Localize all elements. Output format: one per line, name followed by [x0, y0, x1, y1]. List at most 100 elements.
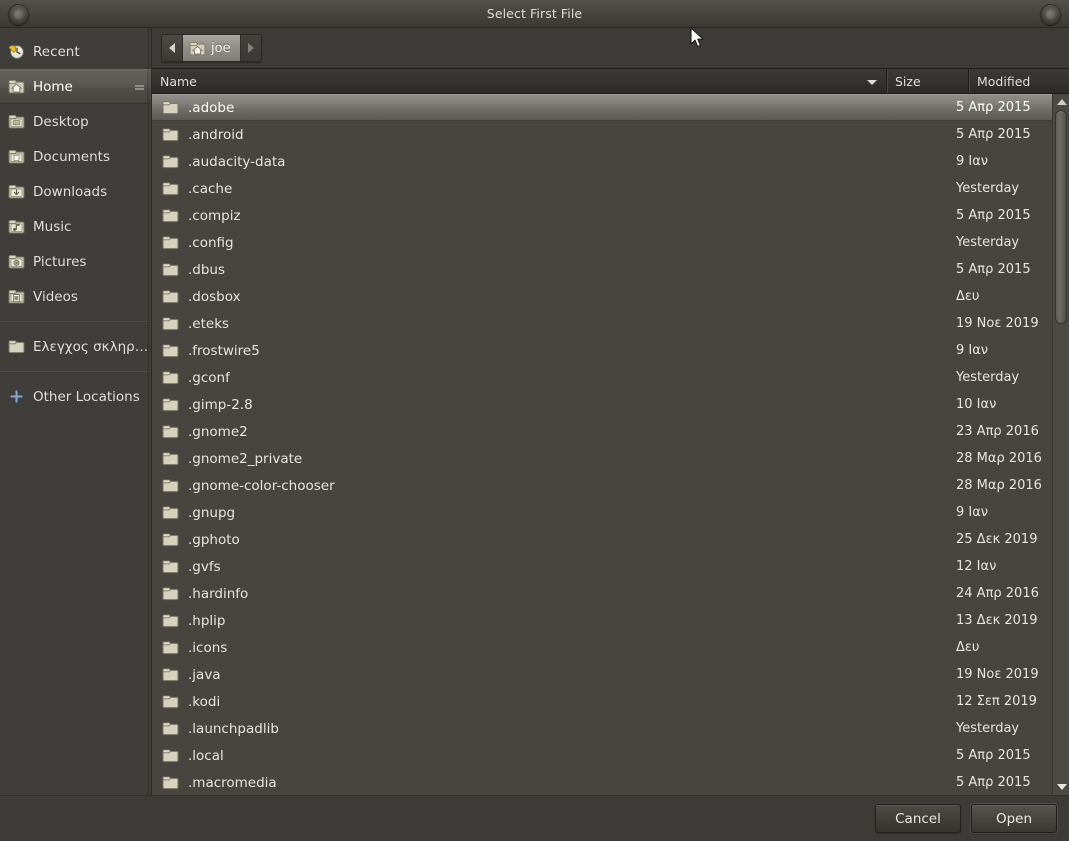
table-row[interactable]: .config Yesterday — [152, 229, 1052, 256]
scroll-up-arrow-icon[interactable] — [1057, 99, 1067, 105]
table-row[interactable]: .gconf Yesterday — [152, 364, 1052, 391]
file-modified-cell: 19 Νοε 2019 — [956, 316, 1039, 331]
file-name-label: .frostwire5 — [188, 342, 260, 359]
folder-icon — [162, 612, 179, 629]
table-row[interactable]: .audacity-data 9 Ιαν — [152, 148, 1052, 175]
file-name-cell: .macromedia — [152, 774, 870, 791]
breadcrumb-back-button[interactable] — [162, 35, 182, 61]
file-name-cell: .gnupg — [152, 504, 870, 521]
table-row[interactable]: .eteks 19 Νοε 2019 — [152, 310, 1052, 337]
table-row[interactable]: .java 19 Νοε 2019 — [152, 661, 1052, 688]
downloads-folder-icon — [8, 183, 25, 200]
file-name-cell: .gnome2 — [152, 423, 870, 440]
table-row[interactable]: .gimp-2.8 10 Ιαν — [152, 391, 1052, 418]
sidebar-item-music[interactable]: Music — [0, 209, 151, 244]
table-row[interactable]: .dosbox Δευ — [152, 283, 1052, 310]
file-name-cell: .config — [152, 234, 870, 251]
sidebar-drag-handle[interactable] — [135, 85, 144, 87]
sidebar-item-recent[interactable]: Recent — [0, 34, 151, 69]
file-name-label: .gconf — [188, 369, 230, 386]
file-name-cell: .android — [152, 126, 870, 143]
dialog-footer: Cancel Open — [0, 795, 1069, 841]
table-row[interactable]: .compiz 5 Απρ 2015 — [152, 202, 1052, 229]
file-name-label: .cache — [188, 180, 233, 197]
file-name-label: .icons — [188, 639, 228, 656]
table-row[interactable]: .gphoto 25 Δεκ 2019 — [152, 526, 1052, 553]
table-row[interactable]: .macromedia 5 Απρ 2015 — [152, 769, 1052, 795]
sidebar-item-label: Documents — [33, 148, 110, 165]
folder-icon — [162, 369, 179, 386]
sidebar-separator — [0, 321, 151, 322]
file-name-cell: .eteks — [152, 315, 870, 332]
table-row[interactable]: .gnupg 9 Ιαν — [152, 499, 1052, 526]
file-name-cell: .hardinfo — [152, 585, 870, 602]
folder-icon — [162, 504, 179, 521]
cancel-button[interactable]: Cancel — [875, 804, 961, 833]
dialog-body: Recent Home Desktop Documents Downloads Music… — [0, 28, 1069, 795]
pathbar: joe — [152, 28, 1069, 68]
file-list[interactable]: .adobe 5 Απρ 2015 .android 5 Απρ 2015 .audac… — [152, 94, 1052, 795]
file-modified-cell: Δευ — [956, 289, 980, 304]
file-name-label: .hplip — [188, 612, 226, 629]
plus-icon — [8, 388, 25, 405]
file-name-cell: .hplip — [152, 612, 870, 629]
file-name-cell: .frostwire5 — [152, 342, 870, 359]
table-row[interactable]: .gnome2_private 28 Μαρ 2016 — [152, 445, 1052, 472]
table-row[interactable]: .android 5 Απρ 2015 — [152, 121, 1052, 148]
window-menu-circle-icon[interactable] — [8, 4, 29, 25]
table-row[interactable]: .gvfs 12 Ιαν — [152, 553, 1052, 580]
file-name-cell: .launchpadlib — [152, 720, 870, 737]
table-row[interactable]: .cache Yesterday — [152, 175, 1052, 202]
file-name-cell: .local — [152, 747, 870, 764]
pictures-folder-icon — [8, 253, 25, 270]
breadcrumb-forward-button[interactable] — [240, 35, 261, 61]
sidebar-item-label: Pictures — [33, 253, 87, 270]
desktop-folder-icon — [8, 113, 25, 130]
open-button[interactable]: Open — [971, 804, 1057, 833]
table-row[interactable]: .adobe 5 Απρ 2015 — [152, 94, 1052, 121]
file-modified-cell: 5 Απρ 2015 — [956, 127, 1031, 142]
breadcrumb-item-joe[interactable]: joe — [182, 35, 241, 61]
scrollbar-thumb[interactable] — [1055, 110, 1067, 325]
recent-clock-icon — [8, 43, 25, 60]
table-row[interactable]: .launchpadlib Yesterday — [152, 715, 1052, 742]
sidebar-item-label: Videos — [33, 288, 78, 305]
sidebar-item-documents[interactable]: Documents — [0, 139, 151, 174]
sidebar-item-label: Downloads — [33, 183, 108, 200]
table-row[interactable]: .hardinfo 24 Απρ 2016 — [152, 580, 1052, 607]
file-name-label: .compiz — [188, 207, 241, 224]
table-row[interactable]: .kodi 12 Σεπ 2019 — [152, 688, 1052, 715]
sidebar-item-label: Other Locations — [33, 388, 140, 405]
sidebar-item-downloads[interactable]: Downloads — [0, 174, 151, 209]
file-name-cell: .icons — [152, 639, 870, 656]
column-header-name[interactable]: Name — [152, 69, 887, 93]
table-row[interactable]: .dbus 5 Απρ 2015 — [152, 256, 1052, 283]
vertical-scrollbar[interactable] — [1052, 94, 1069, 795]
table-row[interactable]: .gnome2 23 Απρ 2016 — [152, 418, 1052, 445]
column-header-size[interactable]: Size — [887, 69, 969, 93]
file-modified-cell: 5 Απρ 2015 — [956, 208, 1031, 223]
sidebar-item-home[interactable]: Home — [0, 69, 151, 104]
breadcrumb: joe — [161, 34, 262, 62]
sidebar-item-[interactable]: Ελεγχος σκληρ… — [0, 329, 151, 364]
file-name-label: .config — [188, 234, 234, 251]
table-row[interactable]: .icons Δευ — [152, 634, 1052, 661]
folder-icon — [8, 338, 25, 355]
sidebar-item-videos[interactable]: Videos — [0, 279, 151, 314]
sidebar-item-pictures[interactable]: Pictures — [0, 244, 151, 279]
file-name-cell: .gphoto — [152, 531, 870, 548]
file-name-cell: .audacity-data — [152, 153, 870, 170]
window-close-circle-icon[interactable] — [1040, 4, 1061, 25]
folder-icon — [162, 423, 179, 440]
scroll-down-arrow-icon[interactable] — [1057, 784, 1067, 790]
sidebar-item-desktop[interactable]: Desktop — [0, 104, 151, 139]
table-row[interactable]: .hplip 13 Δεκ 2019 — [152, 607, 1052, 634]
table-row[interactable]: .frostwire5 9 Ιαν — [152, 337, 1052, 364]
table-row[interactable]: .local 5 Απρ 2015 — [152, 742, 1052, 769]
sidebar-item-other-locations[interactable]: Other Locations — [0, 379, 151, 414]
sidebar-item-label: Ελεγχος σκληρ… — [33, 338, 149, 355]
file-name-label: .adobe — [188, 99, 235, 116]
table-row[interactable]: .gnome-color-chooser 28 Μαρ 2016 — [152, 472, 1052, 499]
column-header-modified[interactable]: Modified — [969, 69, 1069, 93]
file-modified-cell: 9 Ιαν — [956, 154, 989, 169]
